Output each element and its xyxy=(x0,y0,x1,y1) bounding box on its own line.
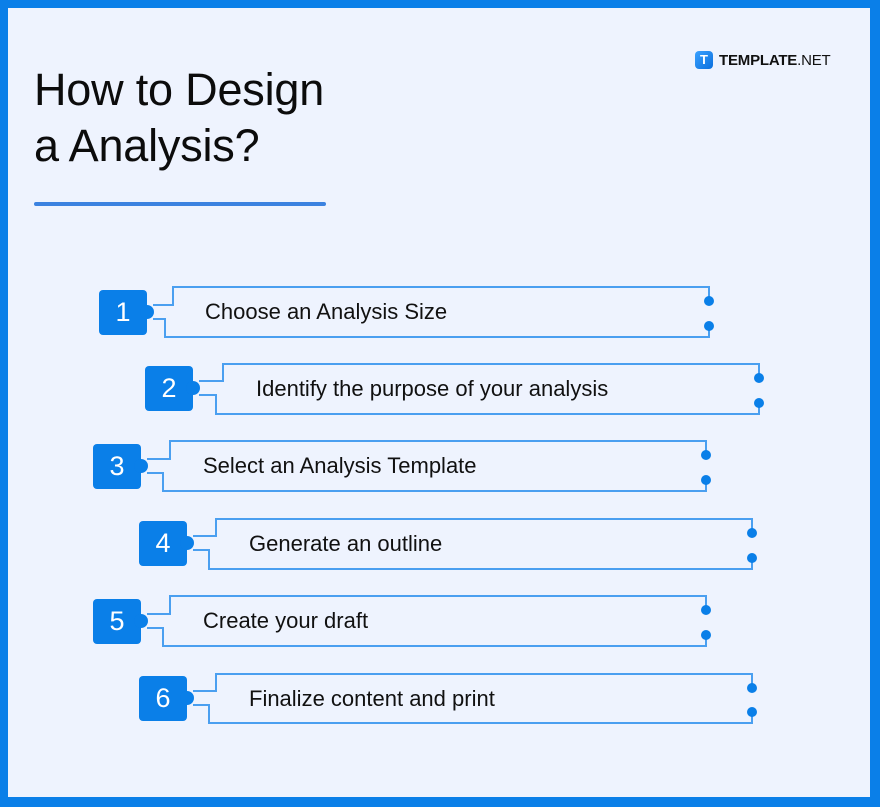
upper-end-dot xyxy=(701,450,711,460)
badge-connector-bump xyxy=(134,459,148,473)
badge-connector-bump xyxy=(180,691,194,705)
step-number-badge: 5 xyxy=(93,599,148,644)
step-number-badge: 6 xyxy=(139,676,194,721)
upper-end-dot xyxy=(704,296,714,306)
step-number-badge: 3 xyxy=(93,444,148,489)
step-number: 4 xyxy=(155,528,171,558)
lower-end-dot xyxy=(747,553,757,563)
badge-connector-bump xyxy=(134,614,148,628)
lower-end-dot xyxy=(701,630,711,640)
step-number-badge: 1 xyxy=(99,290,154,335)
upper-end-dot xyxy=(747,683,757,693)
badge-connector-bump xyxy=(186,381,200,395)
step-number-badge: 4 xyxy=(139,521,194,566)
upper-end-dot xyxy=(701,605,711,615)
step-label: Choose an Analysis Size xyxy=(205,299,448,324)
step-label: Select an Analysis Template xyxy=(203,453,477,478)
lower-end-dot xyxy=(701,475,711,485)
step-number: 3 xyxy=(109,451,125,481)
step-number-badge: 2 xyxy=(145,366,200,411)
badge-connector-bump xyxy=(140,305,154,319)
lower-end-dot xyxy=(704,321,714,331)
lower-end-dot xyxy=(747,707,757,717)
step-label: Finalize content and print xyxy=(249,685,495,711)
step-number: 6 xyxy=(155,683,171,713)
step-label: Generate an outline xyxy=(249,531,443,556)
upper-end-dot xyxy=(747,528,757,538)
step-label: Identify the purpose of your analysis xyxy=(256,376,609,401)
badge-connector-bump xyxy=(180,536,194,550)
step-label: Create your draft xyxy=(203,608,369,633)
step-number: 1 xyxy=(115,297,131,327)
step-number: 2 xyxy=(161,373,177,403)
lower-end-dot xyxy=(754,398,764,408)
step-number: 5 xyxy=(109,606,125,636)
upper-end-dot xyxy=(754,373,764,383)
